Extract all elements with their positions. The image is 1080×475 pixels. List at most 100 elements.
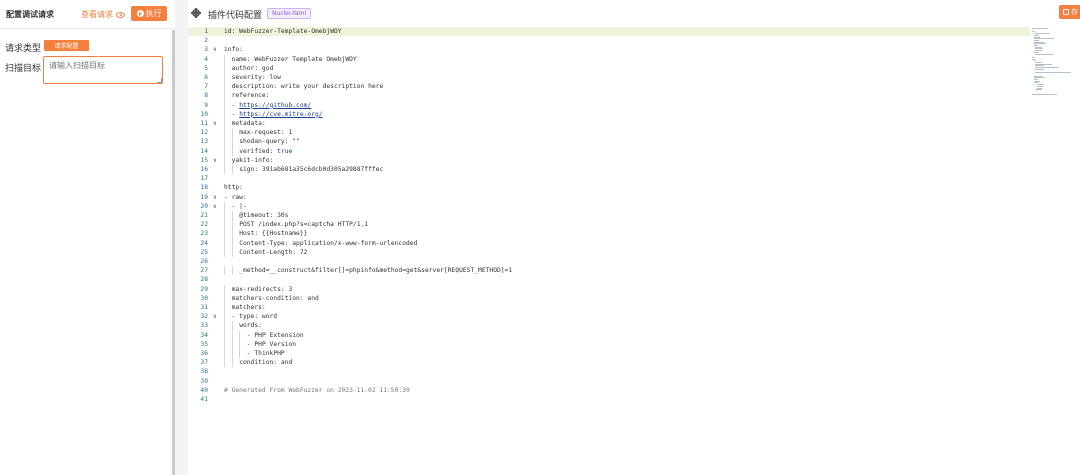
plugin-code-header: 插件代码配置 Nuclei-Yaml 存 <box>188 0 1080 26</box>
code-line[interactable]: 14 verified: true <box>188 146 1030 156</box>
code-line[interactable]: 17 <box>188 174 1030 183</box>
code-line[interactable]: 7 description: write your description her… <box>188 82 1030 92</box>
indent-guide <box>224 266 225 276</box>
debug-config-panel: 配置调试请求 查看请求 执行 请求类型 请求配置 扫描目标 <box>0 0 175 475</box>
code-text: yakit-info: <box>231 156 274 164</box>
template-type-badge: Nuclei-Yaml <box>267 8 312 19</box>
code-line[interactable]: 31 matchers: <box>188 303 1030 313</box>
code-line[interactable]: 25 Content-Length: 72 <box>188 247 1030 257</box>
code-text: _method=__construct&filter[]=phpinfo&met… <box>239 267 513 275</box>
view-request-link[interactable]: 查看请求 <box>81 9 125 20</box>
code-line[interactable]: 13 shodan-query: "" <box>188 137 1030 147</box>
scan-target-input[interactable] <box>43 56 163 84</box>
request-type-option[interactable]: 请求配置 <box>44 40 89 51</box>
code-line[interactable]: 32 ∨ - type: word <box>188 312 1030 322</box>
code-line[interactable]: 34 - PHP Extension <box>188 330 1030 340</box>
code-line[interactable]: 36 - ThinkPHP <box>188 349 1030 359</box>
request-type-label: 请求类型 <box>5 44 42 54</box>
code-line[interactable]: 4 name: WebFuzzer Template OmebjWDY <box>188 54 1030 64</box>
code-line[interactable]: 22 POST /index.php?s=captcha HTTP/1.1 <box>188 220 1030 230</box>
code-line[interactable]: 29 max-redirects: 3 <box>188 284 1030 294</box>
line-number: 19 <box>200 193 208 201</box>
code-line[interactable]: 5 author: god <box>188 63 1030 73</box>
code-line[interactable]: 3 ∨ info: <box>188 45 1030 54</box>
line-number: 37 <box>200 359 208 367</box>
code-line[interactable]: 35 - PHP Version <box>188 339 1030 349</box>
code-line[interactable]: 15 ∨ yakit-info: <box>188 155 1030 165</box>
indent-guide <box>231 349 233 359</box>
plugin-code-panel: 插件代码配置 Nuclei-Yaml 存 1 id: WebFuzzer-Temp… <box>188 0 1080 475</box>
panel-gutter <box>175 0 188 475</box>
line-number: 41 <box>200 396 208 403</box>
indent-guide <box>224 91 225 101</box>
save-button[interactable]: 存 <box>1059 5 1080 19</box>
code-text: - https://github.com/ <box>231 101 312 109</box>
code-line[interactable]: 16 sign: 391ab681a35c6dcb0d305a29887fffec <box>188 165 1030 175</box>
line-number: 15 <box>200 156 208 164</box>
indent-guide <box>224 201 225 211</box>
line-number: 10 <box>200 110 208 118</box>
line-number: 23 <box>200 230 208 238</box>
resize-handle-icon[interactable] <box>157 78 162 83</box>
line-number: 33 <box>200 322 208 330</box>
fold-chevron-icon[interactable]: ∨ <box>213 202 217 211</box>
line-number: 39 <box>200 377 208 385</box>
fold-chevron-icon[interactable]: ∨ <box>213 119 217 128</box>
code-line[interactable]: 41 <box>188 395 1030 404</box>
fold-chevron-icon[interactable]: ∨ <box>213 193 217 202</box>
code-line[interactable]: 9 - https://github.com/ <box>188 100 1030 110</box>
line-number: 31 <box>200 304 208 311</box>
minimap-line <box>1035 72 1071 74</box>
line-number: 11 <box>200 120 208 127</box>
code-line[interactable]: 1 id: WebFuzzer-Template-OmebjWDY <box>188 27 1030 37</box>
code-line[interactable]: 24 Content-Type: application/x-www-form-u… <box>188 238 1030 248</box>
code-line[interactable]: 26 <box>188 257 1030 266</box>
indent-guide <box>224 312 225 322</box>
code-line[interactable]: 38 <box>188 367 1030 376</box>
code-line[interactable]: 30 matchers-condition: and <box>188 293 1030 303</box>
code-line[interactable]: 39 <box>188 377 1030 386</box>
code-line[interactable]: 19 ∨ - raw: <box>188 193 1030 202</box>
code-line[interactable]: 33 words: <box>188 321 1030 331</box>
code-line[interactable]: 6 severity: low <box>188 73 1030 83</box>
code-line[interactable]: 40 # Generated From WebFuzzer on 2023-11-… <box>188 386 1030 395</box>
code-text: matchers: <box>231 304 266 311</box>
code-line[interactable]: 23 Host: {{Hostname}} <box>188 229 1030 239</box>
line-number: 36 <box>200 350 208 357</box>
fold-chevron-icon[interactable]: ∨ <box>213 45 217 54</box>
line-number: 30 <box>200 294 208 302</box>
code-text: severity: low <box>231 74 281 81</box>
code-text: - https://cve.mitre.org/ <box>231 110 323 118</box>
indent-guide <box>224 119 225 129</box>
fold-chevron-icon[interactable]: ∨ <box>213 312 217 321</box>
code-editor[interactable]: 1 id: WebFuzzer-Template-OmebjWDY 2 3 ∨ info:… <box>188 26 1080 475</box>
code-line[interactable]: 8 reference: <box>188 91 1030 101</box>
fold-chevron-icon[interactable]: ∨ <box>213 156 217 165</box>
run-button[interactable]: 执行 <box>131 6 167 21</box>
indent-guide <box>224 349 225 359</box>
indent-guide <box>231 247 233 257</box>
code-text: - type: word <box>231 313 278 321</box>
code-line[interactable]: 12 max-request: 1 <box>188 128 1030 138</box>
code-line[interactable]: 11 ∨ metadata: <box>188 119 1030 129</box>
plugin-code-title: 插件代码配置 <box>208 11 263 21</box>
line-number: 22 <box>200 221 208 229</box>
code-line[interactable]: 10 - https://cve.mitre.org/ <box>188 109 1030 119</box>
code-text: @timeout: 30s <box>239 212 289 219</box>
indent-guide <box>224 109 225 119</box>
code-line[interactable]: 21 @timeout: 30s <box>188 211 1030 221</box>
indent-guide <box>231 220 233 230</box>
editor-minimap[interactable] <box>1030 26 1080 106</box>
code-line[interactable]: 2 <box>188 36 1030 45</box>
save-icon <box>1063 9 1069 15</box>
code-line[interactable]: 37 condition: and <box>188 358 1030 368</box>
code-line[interactable]: 20 ∨ - |- <box>188 201 1030 211</box>
code-line[interactable]: 27 _method=__construct&filter[]=phpinfo&m… <box>188 266 1030 276</box>
code-text: description: write your description here <box>231 83 384 91</box>
code-line[interactable]: 18 http: <box>188 183 1030 192</box>
scan-target-label: 扫描目标 <box>5 64 42 74</box>
line-number: 35 <box>200 340 208 348</box>
minimap-line <box>1035 53 1054 55</box>
code-line[interactable]: 28 <box>188 275 1030 284</box>
indent-guide <box>231 321 233 331</box>
